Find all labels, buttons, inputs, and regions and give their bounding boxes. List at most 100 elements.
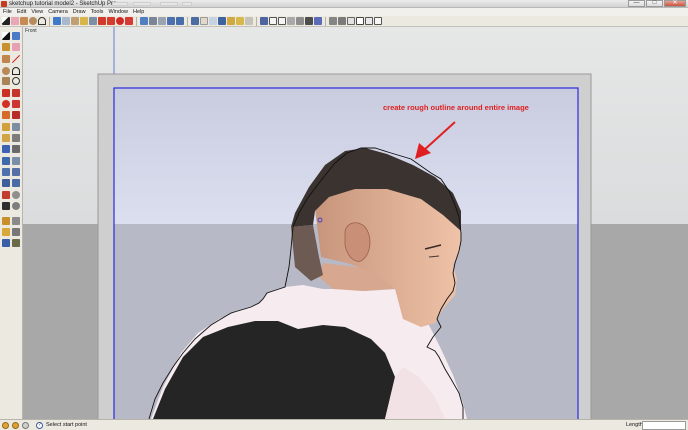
menu-camera[interactable]: Camera xyxy=(48,8,68,16)
user-icon[interactable] xyxy=(22,422,29,429)
follow-me-icon[interactable] xyxy=(98,17,106,25)
rotate-icon[interactable] xyxy=(89,17,97,25)
right-view-icon[interactable] xyxy=(287,17,295,25)
monochrome-icon[interactable] xyxy=(356,17,364,25)
share-model-icon[interactable] xyxy=(374,17,382,25)
walk-icon[interactable] xyxy=(2,202,10,210)
scale-icon[interactable] xyxy=(107,17,115,25)
menu-edit[interactable]: Edit xyxy=(17,8,26,16)
select-icon[interactable] xyxy=(2,32,10,40)
text-icon[interactable] xyxy=(140,17,148,25)
main-toolbar xyxy=(0,16,688,27)
select-icon[interactable] xyxy=(2,17,10,25)
line-icon[interactable] xyxy=(12,55,20,63)
blurred-tab xyxy=(133,2,151,6)
minimize-button[interactable]: — xyxy=(628,0,645,7)
circle-icon[interactable] xyxy=(2,67,10,75)
warehouse-icon[interactable] xyxy=(365,17,373,25)
standard-views-icon[interactable] xyxy=(209,17,217,25)
back-view-icon[interactable] xyxy=(296,17,304,25)
section-plane-icon[interactable] xyxy=(12,202,20,210)
follow-me-icon[interactable] xyxy=(12,100,20,108)
left-view-icon[interactable] xyxy=(305,17,313,25)
geo-location-icon[interactable] xyxy=(2,422,9,429)
model-canvas[interactable] xyxy=(23,27,688,419)
walk-icon[interactable] xyxy=(236,17,244,25)
rotate-icon[interactable] xyxy=(2,100,10,108)
orbit-icon[interactable] xyxy=(2,157,10,165)
make-component-icon[interactable] xyxy=(12,32,20,40)
axes-icon[interactable] xyxy=(2,145,10,153)
previous-view-icon[interactable] xyxy=(12,179,20,187)
tape-measure-icon[interactable] xyxy=(125,17,133,25)
rectangle-icon[interactable] xyxy=(20,17,28,25)
wireframe-icon[interactable] xyxy=(329,17,337,25)
flip-edge-icon[interactable] xyxy=(12,239,20,247)
ear xyxy=(344,222,371,262)
rectangle-icon[interactable] xyxy=(2,55,10,63)
component-icon[interactable] xyxy=(227,17,235,25)
offset-icon[interactable] xyxy=(116,17,124,25)
eraser-icon[interactable] xyxy=(11,17,19,25)
move-icon[interactable] xyxy=(71,17,79,25)
move-icon[interactable] xyxy=(2,89,10,97)
drape-icon[interactable] xyxy=(12,217,20,225)
look-around-icon[interactable] xyxy=(245,17,253,25)
menu-window[interactable]: Window xyxy=(108,8,128,16)
menu-file[interactable]: File xyxy=(3,8,12,16)
maximize-button[interactable]: □ xyxy=(646,0,663,7)
zoom-extents-icon[interactable] xyxy=(200,17,208,25)
zoom-icon[interactable] xyxy=(2,168,10,176)
3d-text-icon[interactable] xyxy=(12,145,20,153)
help-icon[interactable]: ? xyxy=(36,422,43,429)
orbit-icon[interactable] xyxy=(167,17,175,25)
scale-icon[interactable] xyxy=(2,111,10,119)
pan-icon[interactable] xyxy=(12,157,20,165)
add-detail-icon[interactable] xyxy=(2,239,10,247)
menu-tools[interactable]: Tools xyxy=(91,8,104,16)
top-view-icon[interactable] xyxy=(269,17,277,25)
protractor-icon[interactable] xyxy=(158,17,166,25)
arc-icon[interactable] xyxy=(38,17,46,25)
iso-view-icon[interactable] xyxy=(260,17,268,25)
drawing-viewport[interactable]: Front create rough outline around entire… xyxy=(23,27,688,419)
measurements-input[interactable] xyxy=(642,421,686,430)
eraser-icon[interactable] xyxy=(12,43,20,51)
shaded-icon[interactable] xyxy=(338,17,346,25)
push-pull-icon[interactable] xyxy=(80,17,88,25)
blurred-tab xyxy=(182,2,192,6)
freehand-icon[interactable] xyxy=(12,77,20,85)
position-camera-icon[interactable] xyxy=(2,191,10,199)
section-plane-icon[interactable] xyxy=(218,17,226,25)
pan-icon[interactable] xyxy=(176,17,184,25)
push-pull-icon[interactable] xyxy=(12,89,20,97)
stamp-icon[interactable] xyxy=(2,228,10,236)
blurred-tab xyxy=(160,2,178,6)
paint-bucket-icon[interactable] xyxy=(62,17,70,25)
tape-measure-icon[interactable] xyxy=(2,123,10,131)
zoom-extents-icon[interactable] xyxy=(2,179,10,187)
paint-bucket-icon[interactable] xyxy=(2,43,10,51)
textured-icon[interactable] xyxy=(347,17,355,25)
xray-icon[interactable] xyxy=(314,17,322,25)
offset-icon[interactable] xyxy=(12,111,20,119)
menu-help[interactable]: Help xyxy=(133,8,144,16)
zoom-icon[interactable] xyxy=(191,17,199,25)
polygon-icon[interactable] xyxy=(2,77,10,85)
text-icon[interactable] xyxy=(12,134,20,142)
look-around-icon[interactable] xyxy=(12,191,20,199)
protractor-icon[interactable] xyxy=(2,134,10,142)
smoove-icon[interactable] xyxy=(12,228,20,236)
arc-icon[interactable] xyxy=(12,67,20,75)
circle-icon[interactable] xyxy=(29,17,37,25)
sandbox-icon[interactable] xyxy=(2,217,10,225)
close-button[interactable]: ✕ xyxy=(664,0,686,7)
front-view-icon[interactable] xyxy=(278,17,286,25)
zoom-window-icon[interactable] xyxy=(12,168,20,176)
axes-icon[interactable] xyxy=(149,17,157,25)
shapes-icon[interactable] xyxy=(53,17,61,25)
credits-icon[interactable] xyxy=(12,422,19,429)
dimension-icon[interactable] xyxy=(12,123,20,131)
menu-view[interactable]: View xyxy=(31,8,43,16)
menu-draw[interactable]: Draw xyxy=(73,8,86,16)
